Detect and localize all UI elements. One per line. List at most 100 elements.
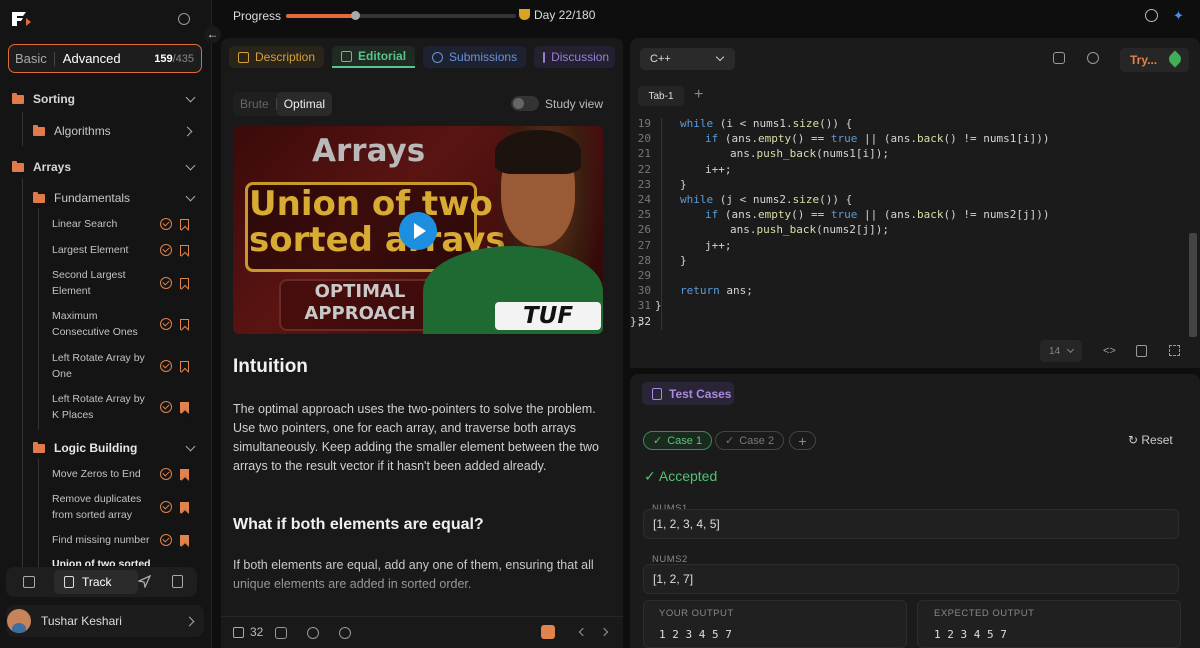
avatar (7, 609, 31, 633)
problem-item[interactable]: Second Largest Element (52, 267, 152, 299)
line-number: 24 (637, 193, 651, 206)
sidebar-group-algorithms[interactable]: Algorithms (33, 124, 244, 138)
optimal-option[interactable]: Optimal (276, 92, 333, 116)
editor-scrollbar[interactable] (1189, 233, 1197, 337)
timer-icon[interactable] (1145, 9, 1158, 22)
tab-editorial[interactable]: Editorial (332, 46, 416, 68)
reset-button[interactable]: ↻ Reset (1128, 433, 1173, 447)
reset-icon[interactable] (1087, 52, 1099, 64)
sidebar-group-fundamentals[interactable]: Fundamentals (33, 191, 244, 205)
problem-item-current[interactable]: Union of two sorted (52, 556, 152, 566)
study-view-toggle[interactable]: Study view (511, 96, 603, 111)
add-tab-icon[interactable]: + (694, 86, 703, 104)
next-icon[interactable] (599, 627, 609, 637)
pane-tabs: Description Editorial Submissions Discus… (229, 46, 623, 72)
tab-test-cases[interactable]: Test Cases (642, 382, 734, 405)
try-button[interactable]: Try... (1120, 48, 1189, 72)
chevron-down-icon (715, 52, 725, 62)
problem-item[interactable]: Linear Search (52, 216, 152, 232)
copy-icon[interactable] (1053, 52, 1065, 64)
bookmark-icon[interactable] (180, 319, 189, 330)
grid-icon[interactable] (23, 576, 35, 588)
your-output-value: 1 2 3 4 5 7 (659, 628, 732, 641)
tab-discussion[interactable]: Discussion (534, 46, 616, 68)
line-number: 21 (637, 147, 651, 161)
solved-check-icon (160, 318, 172, 330)
bookmark-filled-icon[interactable] (180, 502, 189, 513)
language-select[interactable]: C++ (640, 48, 735, 70)
approach-toggle: Brute Optimal (233, 92, 333, 116)
bug-icon[interactable] (307, 627, 319, 639)
problem-item[interactable]: Left Rotate Array by K Places (52, 391, 152, 423)
search-icon[interactable] (178, 13, 190, 25)
thumbnail-badge: OPTIMAL APPROACH (304, 281, 416, 324)
line-number: 26 (637, 223, 651, 237)
advanced-tab[interactable]: Advanced (55, 51, 121, 66)
code-text: j++; (705, 238, 732, 252)
line-number: 22 (637, 162, 651, 176)
play-icon[interactable] (399, 212, 437, 250)
notes-icon[interactable] (172, 575, 183, 588)
tab-submissions[interactable]: Submissions (423, 46, 527, 68)
bookmark-icon[interactable] (180, 219, 189, 230)
folder-icon (12, 92, 24, 104)
line-number: 31 (637, 299, 651, 313)
collapse-sidebar-icon[interactable]: ← (204, 26, 221, 43)
fullscreen-icon[interactable] (1169, 345, 1180, 356)
bookmark-icon[interactable] (180, 245, 189, 256)
video-thumbnail[interactable]: Arrays Union of two sorted arrays OPTIMAL… (233, 126, 603, 334)
bookmark-icon[interactable] (180, 361, 189, 372)
case-1-tab[interactable]: ✓ Case 1 (643, 431, 713, 450)
format-icon[interactable] (1136, 345, 1147, 357)
solved-check-icon (160, 501, 172, 513)
code-area[interactable]: 19 while (i < nums1.size()) {20 if (ans.em… (630, 116, 1200, 336)
top-bar: Progress Day 22/180 ✦ (221, 0, 1200, 32)
brute-option[interactable]: Brute (233, 97, 276, 111)
bookmark-filled-icon[interactable] (180, 469, 189, 480)
problem-item[interactable]: Largest Element (52, 242, 152, 258)
prev-icon[interactable] (578, 627, 588, 637)
problem-item[interactable]: Left Rotate Array by One (52, 350, 152, 382)
code-text: while (j < nums2.size()) { (680, 193, 853, 206)
toggle-switch[interactable] (511, 96, 539, 111)
bookmark-filled-icon[interactable] (180, 535, 189, 546)
like-button[interactable]: 32 (233, 625, 263, 639)
problem-item[interactable]: Maximum Consecutive Ones (52, 308, 152, 340)
code-editor: C++ Try... Tab-1 + 19 while (i < nums1.si… (630, 38, 1200, 368)
trophy-icon (519, 9, 530, 20)
basic-tab[interactable]: Basic (9, 51, 55, 66)
check-icon: ✓ (644, 468, 659, 484)
code-text: if (ans.empty() == true || (ans.back() !… (705, 132, 1050, 146)
folder-icon (33, 124, 45, 136)
bookmark-filled-icon[interactable] (180, 402, 189, 413)
line-number: 23 (637, 177, 651, 191)
reset-icon: ↻ (1128, 433, 1142, 447)
bookmark-icon[interactable] (180, 278, 189, 289)
code-text: if (ans.empty() == true || (ans.back() !… (705, 208, 1050, 222)
user-profile[interactable]: Tushar Keshari (6, 605, 204, 637)
tab-description[interactable]: Description (229, 46, 325, 68)
thumbs-down-icon[interactable] (275, 627, 287, 639)
add-case-button[interactable]: + (789, 431, 816, 450)
font-size-select[interactable]: 14 (1040, 340, 1082, 362)
problem-item[interactable]: Remove duplicates from sorted array (52, 491, 152, 523)
file-tab[interactable]: Tab-1 (638, 86, 684, 106)
basic-advanced-toggle[interactable]: Basic Advanced 159/435 (8, 44, 202, 73)
logo-icon[interactable] (10, 10, 32, 28)
intuition-text: The optimal approach uses the two-pointe… (233, 402, 599, 473)
mark-solved-icon[interactable] (541, 625, 555, 639)
track-button[interactable]: Track (54, 570, 138, 594)
progress-label: Progress (233, 9, 282, 23)
problem-item[interactable]: Find missing number (52, 532, 156, 548)
code-text: ans.push_back(nums2[j]); (730, 223, 889, 237)
case-2-tab[interactable]: ✓ Case 2 (715, 431, 785, 450)
your-output-label: YOUR OUTPUT (659, 608, 734, 619)
line-number: 27 (637, 238, 651, 252)
code-icon[interactable]: <> (1103, 345, 1116, 357)
sparkle-icon[interactable]: ✦ (1173, 9, 1184, 22)
send-icon[interactable] (138, 575, 151, 588)
sidebar-group-logic-building[interactable]: Logic Building (33, 441, 244, 455)
solved-check-icon (160, 244, 172, 256)
share-icon[interactable] (339, 627, 351, 639)
problem-item[interactable]: Move Zeros to End (52, 466, 152, 482)
